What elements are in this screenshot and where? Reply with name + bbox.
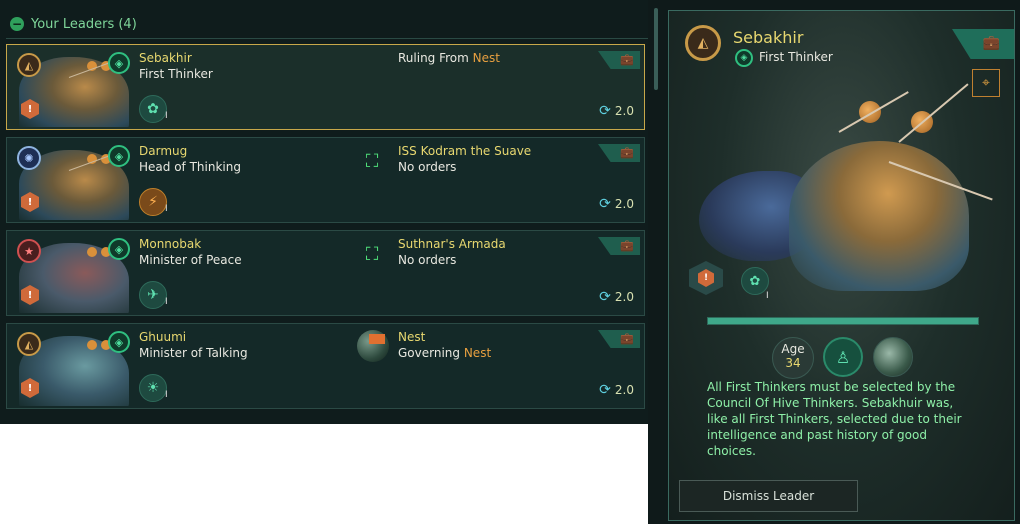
upkeep: ⟳ 2.0 (599, 103, 634, 119)
age-label: Age (781, 342, 805, 356)
location-label[interactable]: ISS Kodram the Suave (398, 144, 531, 158)
upkeep: ⟳ 2.0 (599, 289, 634, 305)
lightbulb-icon[interactable]: ☀ (139, 374, 167, 402)
upkeep: ⟳ 2.0 (599, 196, 634, 212)
gold-emblem-icon: ◭ (17, 53, 41, 77)
flag-icon (369, 334, 385, 344)
ethic-icon: ◈ (108, 145, 130, 167)
fleet-icon[interactable]: ⛶ (359, 241, 385, 267)
trait-level: I (165, 204, 168, 214)
leader-name: Monnobak (139, 237, 202, 251)
briefcase-icon[interactable]: 💼 (620, 146, 634, 159)
location-label: Ruling From Nest (398, 51, 500, 65)
upkeep-icon: ⟳ (599, 196, 611, 212)
leader-role: Minister of Talking (139, 346, 248, 360)
ethic-icon: ◈ (735, 49, 753, 67)
upkeep-icon: ⟳ (599, 289, 611, 305)
species-icon[interactable] (873, 337, 913, 377)
ethic-icon: ◈ (108, 52, 130, 74)
briefcase-icon[interactable]: 💼 (620, 239, 634, 252)
briefcase-icon[interactable]: 💼 (620, 53, 634, 66)
ethic-icon: ◈ (108, 238, 130, 260)
experience-bar (707, 317, 979, 325)
leader-card-sebakhir[interactable]: ◭ ! ◈ Sebakhir First Thinker ✿ I Ruling … (6, 44, 645, 130)
briefcase-icon[interactable]: 💼 (983, 35, 1000, 51)
leader-card-monnobak[interactable]: ★ ! ◈ Monnobak Minister of Peace ✈ I ⛶ S… (6, 230, 645, 316)
upkeep-icon: ⟳ (599, 382, 611, 398)
location-sub: Governing Nest (398, 346, 492, 360)
leader-name: Sebakhir (139, 51, 192, 65)
upkeep-icon: ⟳ (599, 103, 611, 119)
upkeep: ⟳ 2.0 (599, 382, 634, 398)
blue-emblem-icon: ✺ (17, 146, 41, 170)
leaders-header-title: Your Leaders (4) (31, 16, 137, 32)
leader-biography: All First Thinkers must be selected by t… (707, 380, 962, 458)
detail-leader-role: First Thinker (759, 50, 833, 64)
leader-role: Head of Thinking (139, 160, 241, 174)
scrollbar[interactable] (654, 8, 658, 90)
meditation-icon[interactable]: ♙ (823, 337, 863, 377)
gold-emblem-icon: ◭ (17, 332, 41, 356)
gold-emblem-icon: ◭ (685, 25, 721, 61)
age-value: 34 (785, 356, 801, 370)
collapse-icon[interactable]: − (10, 17, 24, 31)
leaders-header[interactable]: − Your Leaders (4) (10, 14, 137, 34)
leader-name: Darmug (139, 144, 188, 158)
location-label[interactable]: Suthnar's Armada (398, 237, 506, 251)
brain-icon[interactable]: ✿ (139, 95, 167, 123)
leader-role: Minister of Peace (139, 253, 242, 267)
orange-trait-icon[interactable]: ⚡ (139, 188, 167, 216)
location-label[interactable]: Nest (398, 330, 425, 344)
dismiss-leader-button[interactable]: Dismiss Leader (679, 480, 858, 512)
location-sub: No orders (398, 160, 457, 174)
briefcase-icon[interactable]: 💼 (620, 332, 634, 345)
trait-level: I (766, 291, 769, 301)
location-sub: No orders (398, 253, 457, 267)
age-badge: Age 34 (772, 337, 814, 379)
red-emblem-icon: ★ (17, 239, 41, 263)
leader-portrait-large (689, 81, 993, 311)
trait-level: I (165, 111, 168, 121)
detail-leader-name: Sebakhir (733, 28, 804, 47)
fleet-icon[interactable]: ⛶ (359, 148, 385, 174)
dove-icon[interactable]: ✈ (139, 281, 167, 309)
ethic-icon: ◈ (108, 331, 130, 353)
leader-role: First Thinker (139, 67, 213, 81)
brain-icon[interactable]: ✿ (741, 267, 769, 295)
leader-card-darmug[interactable]: ✺ ! ◈ Darmug Head of Thinking ⚡ I ⛶ ISS … (6, 137, 645, 223)
trait-level: I (165, 390, 168, 400)
trait-level: I (165, 297, 168, 307)
leader-name: Ghuumi (139, 330, 187, 344)
leader-card-ghuumi[interactable]: ◭ ! ◈ Ghuumi Minister of Talking ☀ I Nes… (6, 323, 645, 409)
leader-detail-panel: ◭ Sebakhir ◈ First Thinker 💼 ⌖ ! ✿ I Age… (668, 10, 1015, 521)
